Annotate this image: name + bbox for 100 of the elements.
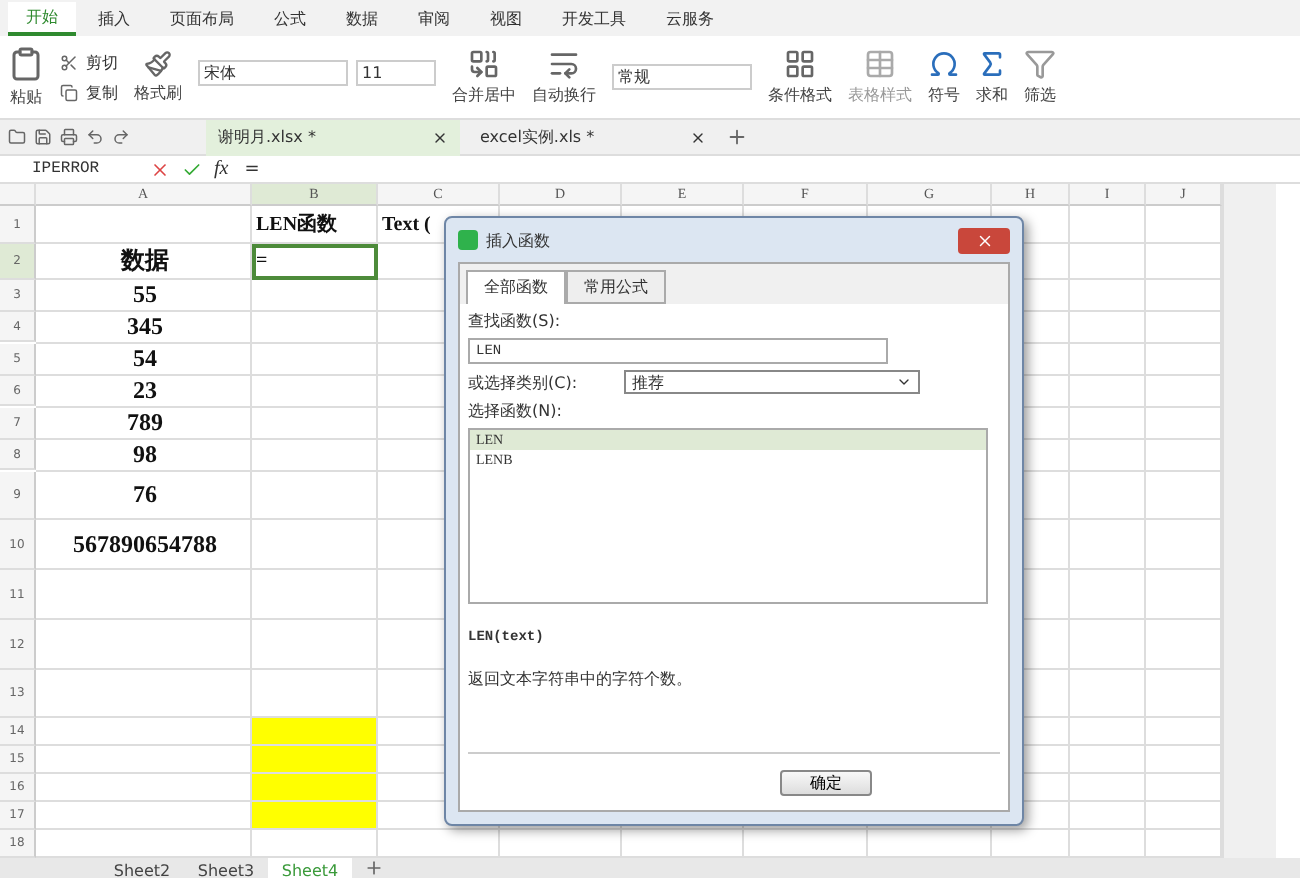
- paste-icon[interactable]: [8, 46, 44, 82]
- table-cell: [1070, 280, 1146, 312]
- font-size-select[interactable]: 11: [356, 60, 436, 86]
- cut-button[interactable]: 剪切: [86, 51, 118, 73]
- table-cell: [1070, 312, 1146, 344]
- formula-field[interactable]: =: [228, 159, 260, 179]
- table-cell: [1146, 344, 1222, 376]
- close-icon[interactable]: [432, 129, 448, 145]
- vertical-scrollbar[interactable]: [1222, 184, 1276, 858]
- cell-text: 76: [36, 472, 252, 520]
- ribbon-tab[interactable]: 开发工具: [544, 2, 644, 36]
- cell-text: 789: [36, 408, 252, 440]
- table-cell: [1146, 440, 1222, 472]
- ok-button[interactable]: 确定: [780, 770, 872, 796]
- cell-text: 54: [36, 344, 252, 376]
- folder-icon[interactable]: [8, 128, 26, 146]
- cell-text: 55: [36, 280, 252, 312]
- copy-icon[interactable]: [60, 83, 78, 101]
- search-label: 查找函数(S):: [468, 310, 563, 332]
- wrap-label[interactable]: 自动换行: [532, 84, 596, 106]
- corner-cell[interactable]: [0, 184, 36, 206]
- table-cell: [1070, 408, 1146, 440]
- undo-icon[interactable]: [86, 128, 104, 146]
- table-cell: [1146, 520, 1222, 570]
- function-list-label: 选择函数(N):: [468, 400, 564, 422]
- table-cell: [1070, 620, 1146, 670]
- document-tab[interactable]: 谢明月.xlsx *: [206, 119, 460, 155]
- table-cell: [1070, 520, 1146, 570]
- fx-label[interactable]: fx: [214, 158, 229, 180]
- ribbon-tab[interactable]: 云服务: [648, 2, 732, 36]
- filter-label[interactable]: 筛选: [1024, 84, 1056, 106]
- table-cell: [1070, 344, 1146, 376]
- table-cell: [1146, 408, 1222, 440]
- symbol-label[interactable]: 符号: [928, 84, 960, 106]
- category-label: 或选择类别(C):: [468, 371, 580, 393]
- paintbrush-icon[interactable]: [144, 50, 172, 78]
- omega-icon[interactable]: [928, 48, 960, 80]
- scissors-icon[interactable]: [60, 53, 78, 71]
- close-button[interactable]: [958, 227, 1010, 253]
- cell-text: 数据: [36, 244, 252, 280]
- table-cell: [1146, 802, 1222, 830]
- cell-text: LEN函数: [252, 206, 378, 244]
- table-cell: [1146, 376, 1222, 408]
- table-cell: [1146, 280, 1222, 312]
- format-painter-label[interactable]: 格式刷: [134, 82, 182, 104]
- close-icon[interactable]: [690, 129, 706, 145]
- table-cell: [1146, 774, 1222, 802]
- table-cell: [1070, 376, 1146, 408]
- table-cell: [1070, 570, 1146, 620]
- font-select[interactable]: 宋体: [198, 60, 348, 86]
- ribbon-tab[interactable]: 数据: [328, 2, 396, 36]
- sheet-tab[interactable]: Sheet2: [100, 858, 184, 878]
- check-icon[interactable]: [182, 159, 202, 179]
- table-cell: [1146, 620, 1222, 670]
- ribbon-tab[interactable]: 公式: [256, 2, 324, 36]
- table-cell: [1070, 746, 1146, 774]
- number-format-select[interactable]: 常规: [612, 64, 752, 90]
- cell-text: 567890654788: [36, 520, 252, 570]
- cancel-icon[interactable]: [150, 159, 170, 179]
- table-cell: [1146, 206, 1222, 244]
- sum-label[interactable]: 求和: [976, 84, 1008, 106]
- ribbon-tab[interactable]: 视图: [472, 2, 540, 36]
- dialog-tab[interactable]: 全部函数: [466, 270, 566, 304]
- table-cell: [1146, 570, 1222, 620]
- table-cell: [1070, 206, 1146, 244]
- table-cell: [1070, 244, 1146, 280]
- ribbon-tab[interactable]: 插入: [80, 2, 148, 36]
- ribbon-tab[interactable]: 页面布局: [152, 2, 252, 36]
- plus-icon[interactable]: [726, 126, 748, 148]
- dialog-tab[interactable]: 常用公式: [566, 270, 666, 304]
- save-icon[interactable]: [34, 128, 52, 146]
- ribbon-tab[interactable]: 审阅: [400, 2, 468, 36]
- document-tab[interactable]: excel实例.xls *: [468, 119, 718, 155]
- merge-icon[interactable]: [468, 48, 500, 80]
- conditional-format-label[interactable]: 条件格式: [768, 84, 832, 106]
- ribbon-tab[interactable]: 开始: [8, 2, 76, 36]
- table-cell: [1146, 244, 1222, 280]
- cell-text: 345: [36, 312, 252, 344]
- wrap-icon[interactable]: [548, 48, 580, 80]
- merge-label[interactable]: 合并居中: [452, 84, 516, 106]
- table-cell: [1070, 670, 1146, 718]
- copy-button[interactable]: 复制: [86, 81, 118, 103]
- grid-icon[interactable]: [784, 48, 816, 80]
- printer-icon[interactable]: [60, 128, 78, 146]
- caret-icon[interactable]: [896, 374, 912, 390]
- category-select[interactable]: 推荐: [624, 370, 920, 394]
- table-cell: [1070, 802, 1146, 830]
- table-cell: [1146, 472, 1222, 520]
- filter-icon[interactable]: [1024, 48, 1056, 80]
- sheet-tab[interactable]: Sheet4: [268, 858, 352, 878]
- function-description: 返回文本字符串中的字符个数。: [468, 668, 694, 690]
- sheet-tab[interactable]: Sheet3: [184, 858, 268, 878]
- app-icon: [458, 230, 478, 250]
- paste-label[interactable]: 粘贴: [10, 86, 42, 108]
- plus-icon[interactable]: [364, 858, 384, 878]
- name-box[interactable]: IPERROR: [0, 160, 150, 178]
- redo-icon[interactable]: [112, 128, 130, 146]
- cell-text: 98: [36, 440, 252, 472]
- table-cell: [1146, 312, 1222, 344]
- table-cell: [1146, 670, 1222, 718]
